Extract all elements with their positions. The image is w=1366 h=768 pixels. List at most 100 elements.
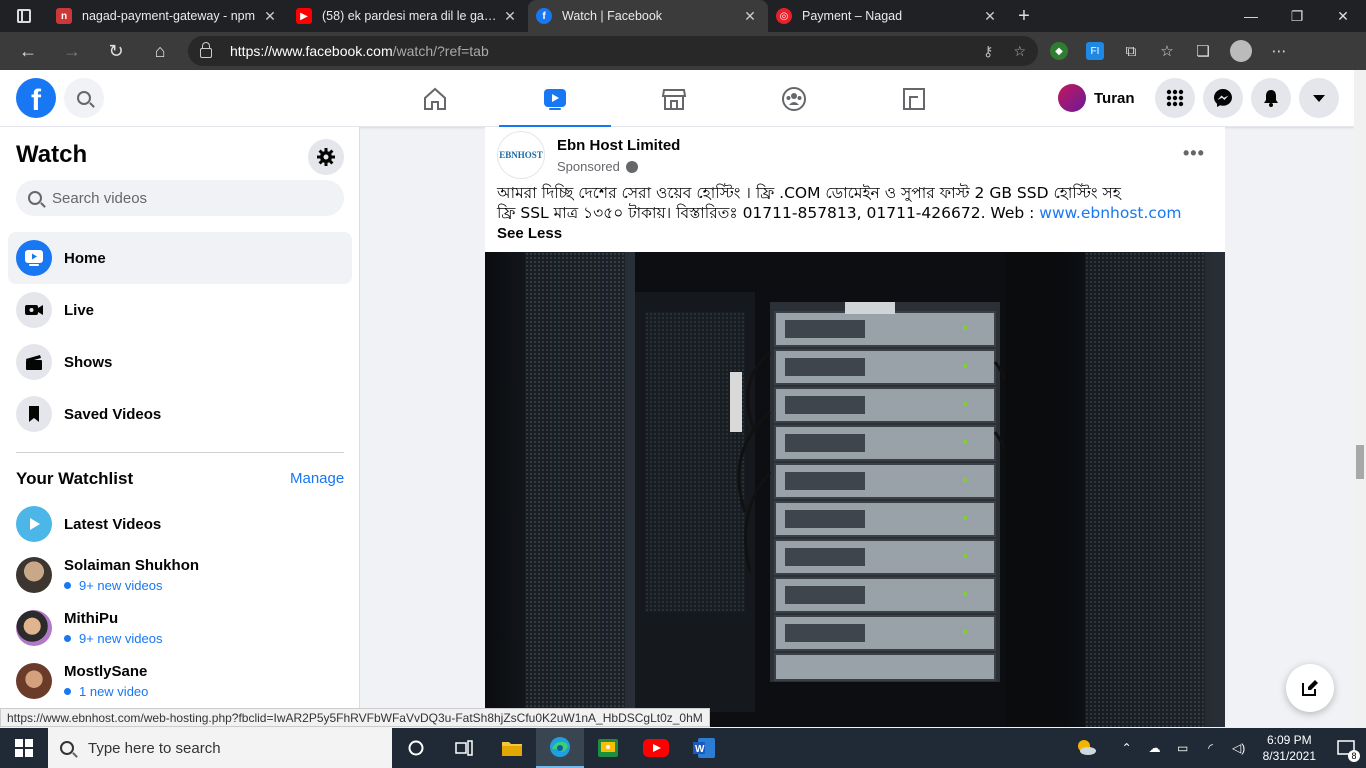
show-hidden-icons-icon[interactable]: ⌃ [1115, 741, 1139, 755]
close-window-icon[interactable]: ✕ [1320, 0, 1366, 32]
search-videos-input[interactable] [52, 189, 312, 207]
browser-tab-facebook[interactable]: f Watch | Facebook ✕ [528, 0, 768, 32]
task-view-icon[interactable] [440, 728, 488, 768]
menu-button[interactable] [1154, 78, 1195, 118]
windows-logo-icon [15, 739, 33, 757]
system-tray: ⌃ ☁ ▭ ◜ ◁) 6:09 PM 8/31/2021 8 [1069, 728, 1366, 768]
close-tab-icon[interactable]: ✕ [260, 8, 280, 25]
url-field[interactable]: https://www.facebook.com/watch/?ref=tab … [188, 36, 1038, 66]
close-tab-icon[interactable]: ✕ [980, 8, 1000, 25]
search-icon [28, 191, 42, 205]
minimize-icon[interactable]: — [1228, 0, 1274, 32]
start-button[interactable] [0, 728, 48, 768]
website-link[interactable]: www.ebnhost.com [1039, 204, 1181, 222]
svg-text:W: W [695, 744, 705, 755]
file-explorer-icon[interactable] [488, 728, 536, 768]
battery-icon[interactable]: ▭ [1171, 741, 1195, 755]
taskbar-search[interactable] [48, 728, 392, 768]
new-message-button[interactable] [1286, 664, 1334, 712]
forward-icon[interactable]: → [50, 32, 94, 70]
watchlist-item-mostlysane[interactable]: MostlySane 1 new video [16, 663, 148, 699]
word-app-icon[interactable]: W [680, 728, 728, 768]
scrollbar-thumb[interactable] [1356, 445, 1364, 479]
more-menu-icon[interactable]: ⋯ [1270, 42, 1288, 60]
favorites-icon[interactable]: ☆ [1158, 42, 1176, 60]
watchlist-item-mithipu[interactable]: MithiPu 9+ new videos [16, 610, 162, 646]
tab-title: Payment – Nagad [802, 9, 903, 23]
divider [16, 452, 344, 453]
account-button[interactable] [1298, 78, 1339, 118]
key-icon[interactable]: ⚷ [983, 43, 993, 60]
browser-tab-nagad[interactable]: ◎ Payment – Nagad ✕ [768, 0, 1008, 32]
settings-button[interactable] [308, 139, 344, 175]
browser-tab-npm[interactable]: n nagad-payment-gateway - npm ✕ [48, 0, 288, 32]
npm-icon: n [56, 8, 72, 24]
volume-icon[interactable]: ◁) [1227, 741, 1251, 755]
sidebar-item-home[interactable]: Home [8, 232, 352, 284]
sidebar-item-shows[interactable]: Shows [8, 336, 352, 388]
taskbar-search-input[interactable] [88, 739, 287, 757]
page-name[interactable]: Ebn Host Limited [557, 137, 680, 154]
refresh-icon[interactable]: ↻ [94, 32, 138, 70]
wifi-icon[interactable]: ◜ [1199, 741, 1223, 755]
watch-sidebar: Watch Home Live Shows Saved Videos Your … [0, 127, 360, 727]
sponsored-post: EBNHOST Ebn Host Limited Sponsored ••• আ… [485, 127, 1225, 727]
close-tab-icon[interactable]: ✕ [740, 8, 760, 25]
see-less-link[interactable]: See Less [497, 225, 562, 242]
nav-marketplace-tab[interactable] [618, 70, 730, 127]
user-name: Turan [1094, 89, 1135, 107]
taskbar-clock[interactable]: 6:09 PM 8/31/2021 [1263, 732, 1316, 764]
weather-icon[interactable] [1071, 738, 1101, 759]
edge-browser-icon[interactable] [536, 728, 584, 768]
nav-groups-tab[interactable] [738, 70, 850, 127]
channel-avatar [16, 610, 52, 646]
facebook-icon: f [536, 8, 552, 24]
nav-home-tab[interactable] [379, 70, 491, 127]
profile-chip[interactable]: Turan [1054, 78, 1147, 118]
page-logo[interactable]: EBNHOST [497, 131, 545, 179]
browser-tab-strip: n nagad-payment-gateway - npm ✕ ▶ (58) e… [0, 0, 1366, 32]
collections-icon[interactable]: ❏ [1194, 42, 1212, 60]
search-videos-field[interactable] [16, 180, 344, 216]
close-tab-icon[interactable]: ✕ [500, 8, 520, 25]
sidebar-item-label: Live [64, 301, 95, 319]
notifications-button[interactable] [1250, 78, 1291, 118]
onedrive-icon[interactable]: ☁ [1143, 741, 1167, 755]
messenger-button[interactable] [1202, 78, 1243, 118]
back-icon[interactable]: ← [6, 32, 50, 70]
new-videos-badge: 9+ new videos [64, 631, 162, 646]
facebook-logo-icon[interactable]: f [16, 78, 56, 118]
channel-avatar [16, 557, 52, 593]
address-bar-row: ← → ↻ ⌂ https://www.facebook.com/watch/?… [0, 32, 1366, 70]
cortana-icon[interactable] [392, 728, 440, 768]
browser-tab-youtube[interactable]: ▶ (58) ek pardesi mera dil le gaya... ✕ [288, 0, 528, 32]
new-tab-button[interactable]: + [1008, 0, 1040, 32]
watchlist-item-solaiman[interactable]: Solaiman Shukhon 9+ new videos [16, 557, 199, 593]
youtube-app-icon[interactable] [632, 728, 680, 768]
grid-menu-icon [1166, 89, 1183, 107]
sidebar-item-live[interactable]: Live [8, 284, 352, 336]
facebook-search-button[interactable] [64, 78, 104, 118]
action-center-button[interactable]: 8 [1326, 728, 1366, 768]
profile-avatar[interactable] [1230, 40, 1252, 62]
sponsored-text: Sponsored [557, 159, 620, 174]
restore-icon[interactable]: ❐ [1274, 0, 1320, 32]
page-scrollbar[interactable] [1354, 70, 1366, 727]
nav-watch-tab[interactable] [499, 70, 611, 128]
manage-link[interactable]: Manage [290, 470, 344, 487]
extension-gem-icon[interactable]: ◆ [1050, 42, 1068, 60]
watchlist-item-latest[interactable]: Latest Videos [16, 506, 161, 542]
extensions-puzzle-icon[interactable]: ⧉ [1122, 42, 1140, 60]
tab-actions-icon[interactable] [0, 0, 48, 32]
post-image[interactable] [485, 252, 1225, 727]
home-icon[interactable]: ⌂ [138, 32, 182, 70]
window-controls: — ❐ ✕ [1228, 0, 1366, 32]
favorite-star-icon[interactable]: ☆ [1013, 43, 1026, 60]
lock-icon[interactable] [200, 42, 212, 58]
watchlist-name: Latest Videos [64, 515, 162, 533]
nav-gaming-tab[interactable] [858, 70, 970, 127]
sidebar-item-saved-videos[interactable]: Saved Videos [8, 388, 352, 440]
more-options-icon[interactable]: ••• [1183, 143, 1205, 164]
classroom-app-icon[interactable] [584, 728, 632, 768]
extension-fi-icon[interactable]: FI [1086, 42, 1104, 60]
